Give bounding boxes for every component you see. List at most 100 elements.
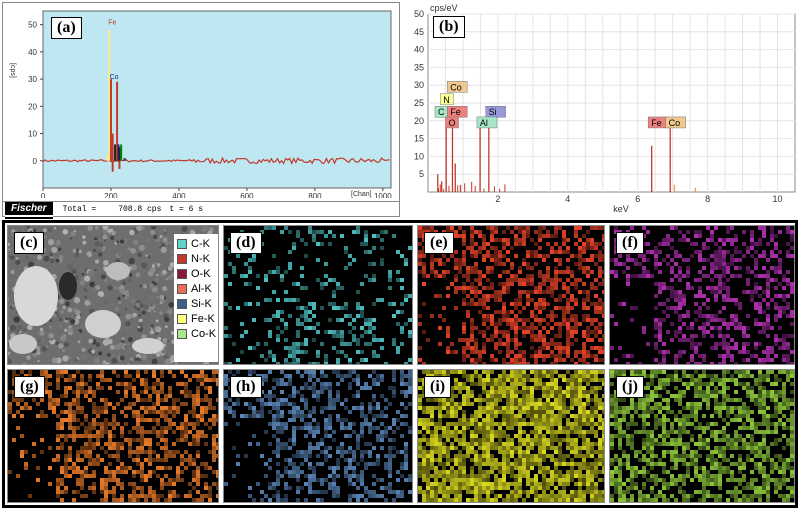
map-pixel — [482, 458, 486, 462]
map-pixel — [734, 322, 738, 326]
map-pixel — [586, 390, 590, 394]
map-pixel — [534, 242, 538, 246]
map-pixel — [400, 326, 404, 330]
map-pixel — [388, 486, 392, 490]
map-pixel — [156, 466, 160, 470]
map-pixel — [96, 458, 100, 462]
y-tick-label: 50 — [28, 21, 37, 30]
map-pixel — [412, 386, 413, 390]
map-pixel — [280, 278, 284, 282]
map-pixel — [598, 358, 602, 362]
map-pixel — [594, 310, 598, 314]
map-pixel — [618, 302, 622, 306]
map-pixel — [268, 410, 272, 414]
map-pixel — [446, 450, 450, 454]
x-tick-label: 6 — [635, 194, 640, 204]
map-pixel — [786, 306, 790, 310]
map-pixel — [192, 398, 196, 402]
map-pixel — [442, 462, 446, 466]
sem-grain — [137, 252, 142, 258]
map-pixel — [372, 278, 376, 282]
sem-grain — [128, 257, 135, 265]
map-pixel — [678, 230, 682, 234]
map-pixel — [408, 330, 412, 334]
map-pixel — [308, 442, 312, 446]
map-pixel — [654, 326, 658, 330]
map-pixel — [348, 410, 352, 414]
map-pixel — [128, 498, 132, 502]
map-pixel — [554, 430, 558, 434]
map-pixel — [148, 486, 152, 490]
map-pixel — [482, 314, 486, 318]
map-pixel — [494, 390, 498, 394]
map-pixel — [558, 350, 562, 354]
map-pixel — [336, 418, 340, 422]
map-pixel — [418, 450, 422, 454]
map-pixel — [292, 410, 296, 414]
map-pixel — [558, 358, 562, 362]
map-pixel — [502, 238, 506, 242]
map-pixel — [368, 386, 372, 390]
map-pixel — [296, 486, 300, 490]
map-pixel — [92, 418, 96, 422]
map-pixel — [392, 490, 396, 494]
map-pixel — [308, 454, 312, 458]
map-pixel — [794, 270, 795, 274]
map-pixel — [462, 238, 466, 242]
map-pixel — [132, 386, 136, 390]
map-pixel — [312, 490, 316, 494]
map-pixel — [546, 446, 550, 450]
map-pixel — [578, 290, 582, 294]
map-pixel — [778, 326, 782, 330]
map-pixel — [462, 382, 466, 386]
map-pixel — [176, 450, 180, 454]
map-pixel — [722, 298, 726, 302]
map-pixel — [184, 450, 188, 454]
map-pixel — [682, 238, 686, 242]
map-pixel — [678, 294, 682, 298]
map-pixel — [510, 230, 514, 234]
map-pixel — [474, 454, 478, 458]
map-pixel — [734, 318, 738, 322]
map-pixel — [594, 330, 598, 334]
map-pixel — [430, 454, 434, 458]
map-pixel — [284, 362, 288, 364]
map-pixel — [602, 418, 604, 422]
map-pixel — [526, 294, 530, 298]
map-pixel — [442, 434, 446, 438]
map-pixel — [494, 446, 498, 450]
map-pixel — [526, 394, 530, 398]
sem-grain — [139, 284, 143, 288]
map-pixel — [352, 466, 356, 470]
map-pixel — [458, 262, 462, 266]
map-pixel — [694, 294, 698, 298]
map-pixel — [188, 482, 192, 486]
sem-grain — [135, 302, 141, 308]
map-pixel — [324, 330, 328, 334]
map-pixel — [458, 382, 462, 386]
map-pixel — [148, 458, 152, 462]
map-pixel — [252, 370, 256, 374]
map-pixel — [526, 378, 530, 382]
map-pixel — [180, 422, 184, 426]
map-pixel — [586, 242, 590, 246]
map-pixel — [140, 398, 144, 402]
map-pixel — [666, 306, 670, 310]
map-pixel — [284, 382, 288, 386]
map-pixel — [208, 398, 212, 402]
map-pixel — [148, 442, 152, 446]
map-pixel — [602, 458, 604, 462]
map-pixel — [578, 250, 582, 254]
map-pixel — [502, 262, 506, 266]
map-pixel — [510, 442, 514, 446]
map-pixel — [462, 230, 466, 234]
map-pixel — [626, 254, 630, 258]
map-pixel — [522, 406, 526, 410]
legend-item: Si-K — [177, 296, 218, 311]
map-pixel — [200, 498, 204, 502]
map-pixel — [446, 286, 450, 290]
map-pixel — [686, 338, 690, 342]
map-pixel — [188, 494, 192, 498]
map-pixel — [430, 314, 434, 318]
map-pixel — [494, 442, 498, 446]
